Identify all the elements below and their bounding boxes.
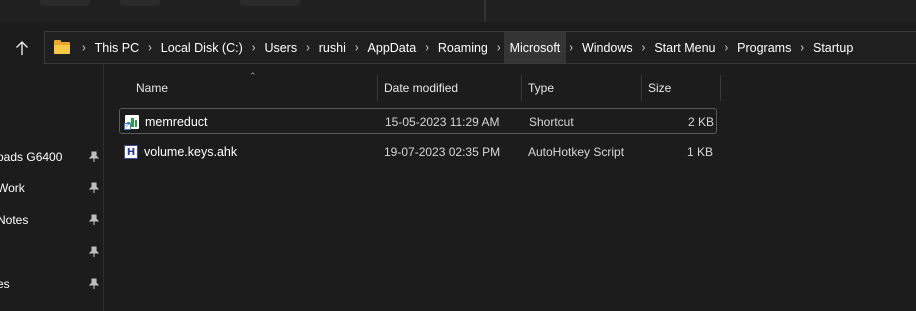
toolbar-fragment bbox=[40, 0, 90, 6]
column-header-label: Type bbox=[528, 81, 555, 95]
arrow-up-icon bbox=[16, 41, 28, 55]
file-row-volume-keys[interactable]: H volume.keys.ahk 19-07-2023 02:35 PM Au… bbox=[119, 139, 717, 165]
sidebar-item-downloads[interactable]: oads G6400 bbox=[0, 145, 103, 169]
column-header-type[interactable]: Type bbox=[528, 75, 640, 101]
pin-icon bbox=[88, 181, 100, 195]
breadcrumb-start-menu[interactable]: Start Menu bbox=[651, 32, 718, 63]
column-divider[interactable] bbox=[641, 75, 642, 101]
chevron-right-icon[interactable]: › bbox=[419, 40, 435, 54]
breadcrumb-this-pc[interactable]: This PC bbox=[92, 32, 142, 63]
column-header-label: Size bbox=[648, 81, 672, 95]
breadcrumb-startup[interactable]: Startup bbox=[810, 32, 856, 63]
chevron-right-icon[interactable]: › bbox=[246, 40, 262, 54]
breadcrumb-microsoft[interactable]: Microsoft bbox=[503, 32, 567, 63]
navigation-pane: oads G6400 Work Notes es bbox=[0, 64, 104, 311]
chevron-right-icon[interactable]: › bbox=[566, 40, 579, 54]
file-type: AutoHotkey Script bbox=[528, 145, 625, 159]
toolbar-divider bbox=[484, 0, 486, 22]
breadcrumb-rushi[interactable]: rushi bbox=[316, 32, 349, 63]
sidebar-item-pinned[interactable] bbox=[0, 240, 103, 264]
toolbar-fragment bbox=[120, 0, 160, 6]
sidebar-item-label: es bbox=[0, 277, 10, 291]
breadcrumb-users[interactable]: Users bbox=[261, 32, 300, 63]
sidebar-item-label: Notes bbox=[0, 213, 29, 227]
breadcrumb: › This PC › Local Disk (C:) › Users › ru… bbox=[76, 32, 856, 63]
file-size: 1 KB bbox=[686, 145, 713, 159]
sidebar-item-label: oads G6400 bbox=[0, 150, 63, 164]
column-header-label: Date modified bbox=[384, 81, 459, 95]
column-divider[interactable] bbox=[720, 75, 721, 101]
breadcrumb-local-disk[interactable]: Local Disk (C:) bbox=[158, 32, 246, 63]
toolbar-fragment bbox=[240, 0, 300, 6]
toolbar-strip bbox=[0, 0, 916, 22]
chevron-right-icon[interactable]: › bbox=[636, 40, 652, 54]
pin-icon bbox=[88, 213, 100, 227]
file-date: 19-07-2023 02:35 PM bbox=[384, 145, 501, 159]
column-divider[interactable] bbox=[377, 75, 378, 101]
chevron-right-icon[interactable]: › bbox=[491, 40, 504, 54]
column-header-date[interactable]: Date modified bbox=[384, 75, 520, 101]
breadcrumb-roaming[interactable]: Roaming bbox=[435, 32, 491, 63]
file-size: 2 KB bbox=[687, 115, 714, 129]
autohotkey-icon: H bbox=[124, 145, 138, 159]
breadcrumb-programs[interactable]: Programs bbox=[734, 32, 794, 63]
column-header-label: Name bbox=[136, 81, 169, 95]
file-name: volume.keys.ahk bbox=[144, 145, 238, 159]
chevron-right-icon[interactable]: › bbox=[76, 40, 92, 54]
pin-icon bbox=[88, 245, 100, 259]
breadcrumb-windows[interactable]: Windows bbox=[579, 32, 636, 63]
chevron-right-icon[interactable]: › bbox=[718, 40, 734, 54]
chevron-right-icon[interactable]: › bbox=[349, 40, 365, 54]
shortcut-icon: ↗ bbox=[124, 115, 139, 130]
chevron-right-icon[interactable]: › bbox=[794, 40, 810, 54]
file-type: Shortcut bbox=[529, 115, 574, 129]
chevron-right-icon[interactable]: › bbox=[300, 40, 316, 54]
column-divider[interactable] bbox=[521, 75, 522, 101]
sidebar-item-work[interactable]: Work bbox=[0, 176, 103, 200]
file-name: memreduct bbox=[145, 115, 208, 129]
column-header-size[interactable]: Size bbox=[648, 75, 720, 101]
breadcrumb-appdata[interactable]: AppData bbox=[365, 32, 420, 63]
file-row-memreduct[interactable]: ↗ memreduct 15-05-2023 11:29 AM Shortcut… bbox=[119, 108, 717, 134]
file-date: 15-05-2023 11:29 AM bbox=[385, 115, 500, 129]
pin-icon bbox=[88, 150, 100, 164]
sidebar-item-label: Work bbox=[0, 181, 25, 195]
address-bar[interactable]: › This PC › Local Disk (C:) › Users › ru… bbox=[44, 31, 916, 64]
sidebar-item-notes[interactable]: Notes bbox=[0, 208, 103, 232]
up-button[interactable] bbox=[10, 36, 34, 60]
chevron-right-icon[interactable]: › bbox=[142, 40, 158, 54]
column-header-name[interactable]: Name bbox=[136, 75, 376, 101]
sidebar-item-es[interactable]: es bbox=[0, 272, 103, 296]
folder-icon bbox=[54, 39, 70, 54]
pin-icon bbox=[88, 277, 100, 291]
